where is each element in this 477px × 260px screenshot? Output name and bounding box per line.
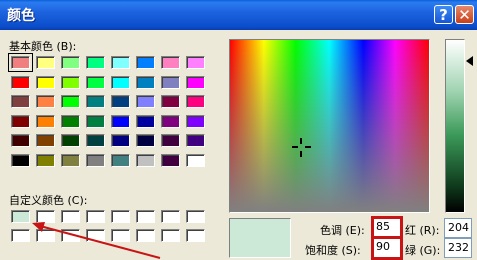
basic-color-swatch[interactable] — [86, 153, 105, 167]
basic-color-swatch[interactable] — [36, 114, 55, 128]
custom-color-swatch[interactable] — [186, 210, 205, 223]
basic-color-swatch[interactable] — [11, 134, 30, 147]
basic-color-swatch[interactable] — [111, 153, 130, 167]
red-field[interactable]: 204 — [444, 218, 472, 238]
basic-color-swatch[interactable] — [161, 153, 180, 167]
custom-color-swatch[interactable] — [111, 229, 130, 242]
help-button[interactable]: ? — [434, 5, 453, 24]
custom-color-swatch[interactable] — [161, 210, 180, 223]
custom-color-swatch[interactable] — [111, 210, 130, 223]
custom-color-swatch[interactable] — [11, 229, 30, 242]
basic-color-swatch[interactable] — [136, 56, 155, 69]
basic-color-swatch[interactable] — [86, 56, 105, 69]
basic-color-swatch[interactable] — [186, 114, 205, 128]
basic-color-swatch[interactable] — [136, 114, 155, 128]
basic-color-swatch[interactable] — [11, 114, 30, 128]
basic-color-swatch[interactable] — [111, 114, 130, 128]
basic-color-swatch[interactable] — [36, 56, 55, 69]
red-label: 红 (R): — [405, 224, 440, 237]
basic-color-swatch[interactable] — [186, 134, 205, 147]
slider-arrow-icon[interactable] — [466, 56, 473, 66]
basic-color-swatch[interactable] — [36, 153, 55, 167]
basic-color-swatch[interactable] — [161, 75, 180, 89]
custom-color-swatch[interactable] — [11, 210, 30, 223]
basic-color-swatch[interactable] — [11, 153, 30, 167]
custom-color-swatch[interactable] — [161, 229, 180, 242]
hue-label: 色调 (E): — [320, 224, 365, 237]
basic-color-swatch[interactable] — [36, 95, 55, 108]
basic-color-swatch[interactable] — [186, 75, 205, 89]
basic-color-swatch[interactable] — [136, 95, 155, 108]
saturation-field[interactable]: 90 — [371, 236, 403, 260]
custom-color-swatch[interactable] — [136, 210, 155, 223]
basic-color-swatch[interactable] — [86, 134, 105, 147]
custom-color-swatch[interactable] — [61, 210, 80, 223]
saturation-label: 饱和度 (S): — [305, 244, 361, 257]
basic-color-swatch[interactable] — [11, 75, 30, 89]
custom-color-swatch[interactable] — [36, 229, 55, 242]
close-button[interactable]: ✕ — [455, 5, 474, 24]
basic-color-swatch[interactable] — [111, 134, 130, 147]
basic-color-swatch[interactable] — [61, 95, 80, 108]
basic-color-swatch[interactable] — [61, 75, 80, 89]
green-field[interactable]: 232 — [444, 238, 472, 258]
basic-color-swatch[interactable] — [186, 56, 205, 69]
title-bar: 颜色 ? ✕ — [0, 0, 477, 30]
basic-color-swatch[interactable] — [111, 95, 130, 108]
basic-color-swatch[interactable] — [36, 134, 55, 147]
basic-color-swatch[interactable] — [86, 114, 105, 128]
custom-color-swatch[interactable] — [36, 210, 55, 223]
custom-color-swatch[interactable] — [61, 229, 80, 242]
basic-color-swatch[interactable] — [186, 95, 205, 108]
basic-color-swatch[interactable] — [61, 56, 80, 69]
custom-colors-label: 自定义颜色 (C): — [9, 194, 88, 207]
custom-color-swatch[interactable] — [86, 210, 105, 223]
basic-color-swatch[interactable] — [161, 114, 180, 128]
window-title: 颜色 — [7, 8, 35, 24]
custom-color-swatch[interactable] — [136, 229, 155, 242]
basic-color-swatch[interactable] — [136, 134, 155, 147]
basic-color-swatch[interactable] — [186, 153, 205, 167]
basic-color-swatch[interactable] — [11, 95, 30, 108]
basic-color-swatch[interactable] — [161, 56, 180, 69]
basic-color-swatch[interactable] — [111, 56, 130, 69]
basic-color-swatch[interactable] — [86, 95, 105, 108]
custom-color-swatch[interactable] — [186, 229, 205, 242]
basic-color-swatch[interactable] — [61, 134, 80, 147]
basic-color-swatch[interactable] — [36, 75, 55, 89]
custom-color-swatch[interactable] — [86, 229, 105, 242]
luminance-slider[interactable] — [445, 39, 465, 213]
basic-color-swatch[interactable] — [111, 75, 130, 89]
color-spectrum[interactable] — [229, 39, 430, 213]
basic-colors-label: 基本颜色 (B): — [9, 40, 77, 53]
green-label: 绿 (G): — [405, 244, 441, 257]
basic-color-swatch[interactable] — [136, 153, 155, 167]
basic-color-swatch[interactable] — [86, 75, 105, 89]
basic-color-swatch[interactable] — [61, 153, 80, 167]
basic-color-swatch[interactable] — [8, 53, 33, 72]
crosshair-icon — [292, 138, 311, 157]
basic-color-swatch[interactable] — [161, 134, 180, 147]
basic-color-swatch[interactable] — [61, 114, 80, 128]
basic-color-swatch[interactable] — [136, 75, 155, 89]
basic-color-swatch[interactable] — [161, 95, 180, 108]
color-preview — [229, 218, 291, 258]
